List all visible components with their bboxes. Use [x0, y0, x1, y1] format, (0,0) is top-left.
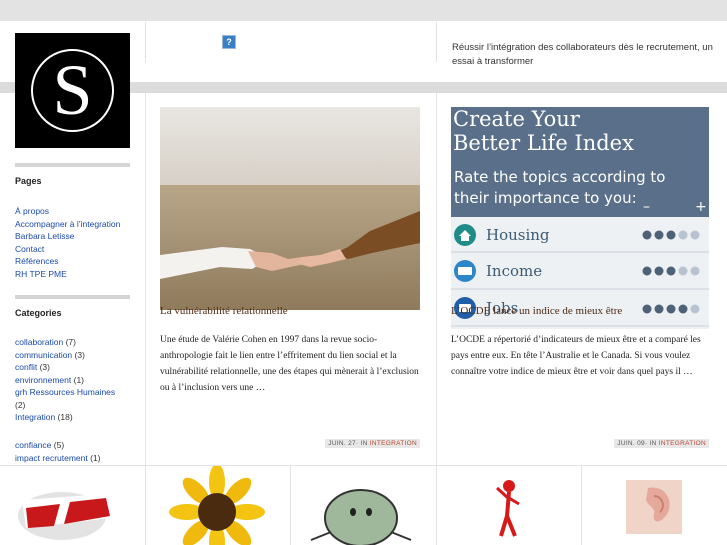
post-meta: JUIN. 09· IN INTEGRATION [614, 439, 709, 448]
thumbnail-red-figure[interactable] [437, 466, 581, 545]
post-meta: JUIN. 27· IN INTEGRATION [325, 439, 420, 448]
thumbnail-sunflower[interactable] [146, 466, 290, 545]
pages-list: À propos Accompagner à l’integration Bar… [15, 205, 120, 280]
page-link-rh[interactable]: RH TPE PME [15, 268, 120, 281]
category-item[interactable]: impact recrutement (1) [15, 452, 101, 465]
green-character-image [310, 489, 412, 545]
post-category-link[interactable]: INTEGRATION [659, 440, 706, 447]
tape-image [18, 492, 110, 540]
logo-letter: S [52, 50, 93, 130]
bli-line2: Better Life Index [453, 131, 634, 155]
hands-photo [160, 107, 420, 310]
site-tagline: Réussir l’intégration des collaborateurs… [452, 42, 713, 67]
category-item[interactable]: Integration (18) [15, 411, 115, 424]
bli-plus: + [695, 199, 707, 215]
red-figure-image [495, 480, 520, 537]
category-item[interactable]: collaboration (7) [15, 336, 115, 349]
page-link-references[interactable]: Références [15, 255, 120, 268]
column-divider [436, 93, 437, 465]
ear-image [626, 480, 682, 534]
page-link-accompagner[interactable]: Accompagner à l’integration [15, 218, 120, 231]
bli-line4: their importance to you: [454, 189, 637, 207]
post-title[interactable]: La vulnérabilité relationnelle [160, 305, 420, 317]
post-category-link[interactable]: INTEGRATION [370, 440, 417, 447]
bli-line1: Create Your [453, 107, 581, 131]
top-bar [0, 0, 727, 21]
category-item[interactable]: environnement (1) [15, 374, 115, 387]
bli-minus: – [643, 199, 650, 215]
categories-list: collaboration (7) communication (3) conf… [15, 336, 115, 424]
post-title[interactable]: L’OCDE lance un indice de mieux être [451, 305, 709, 317]
column-divider [145, 93, 146, 465]
site-logo[interactable]: S [15, 33, 130, 148]
post-excerpt: L’OCDE a répertorié d’indicateurs de mie… [451, 335, 701, 377]
category-item[interactable]: grh Ressources Humaines (2) [15, 386, 115, 411]
category-item[interactable]: conflit (3) [15, 361, 115, 374]
help-icon[interactable]: ? [222, 35, 236, 49]
thumbnail-character[interactable] [291, 466, 436, 545]
thumbnail-tape[interactable] [0, 466, 145, 545]
post-image-hands[interactable] [160, 107, 420, 310]
header-divider [436, 22, 437, 62]
bli-row-label: Income [486, 262, 542, 280]
sidebar-divider [15, 163, 130, 167]
category-item[interactable]: confiance (5) [15, 439, 101, 452]
post-excerpt: Une étude de Valérie Cohen en 1997 dans … [160, 335, 419, 393]
categories-heading: Categories [15, 308, 62, 318]
page-link-barbara[interactable]: Barbara Letisse [15, 230, 120, 243]
bli-row-label: Housing [486, 226, 550, 244]
bli-line3: Rate the topics according to [454, 168, 665, 186]
sidebar-divider [15, 295, 130, 299]
better-life-index-graphic: Create Your Better Life Index Rate the t… [451, 107, 709, 329]
page-link-contact[interactable]: Contact [15, 243, 120, 256]
header-divider [145, 22, 146, 62]
page-link-about[interactable]: À propos [15, 205, 120, 218]
pages-heading: Pages [15, 176, 42, 186]
post-image-better-life-index[interactable]: Create Your Better Life Index Rate the t… [451, 107, 709, 329]
sunflower-image [169, 466, 265, 545]
categories-list-2: confiance (5) impact recrutement (1) [15, 439, 101, 464]
category-item[interactable]: communication (3) [15, 349, 115, 362]
thumbnail-ear[interactable] [582, 466, 727, 545]
sidebar: Pages À propos Accompagner à l’integrati… [0, 93, 145, 465]
